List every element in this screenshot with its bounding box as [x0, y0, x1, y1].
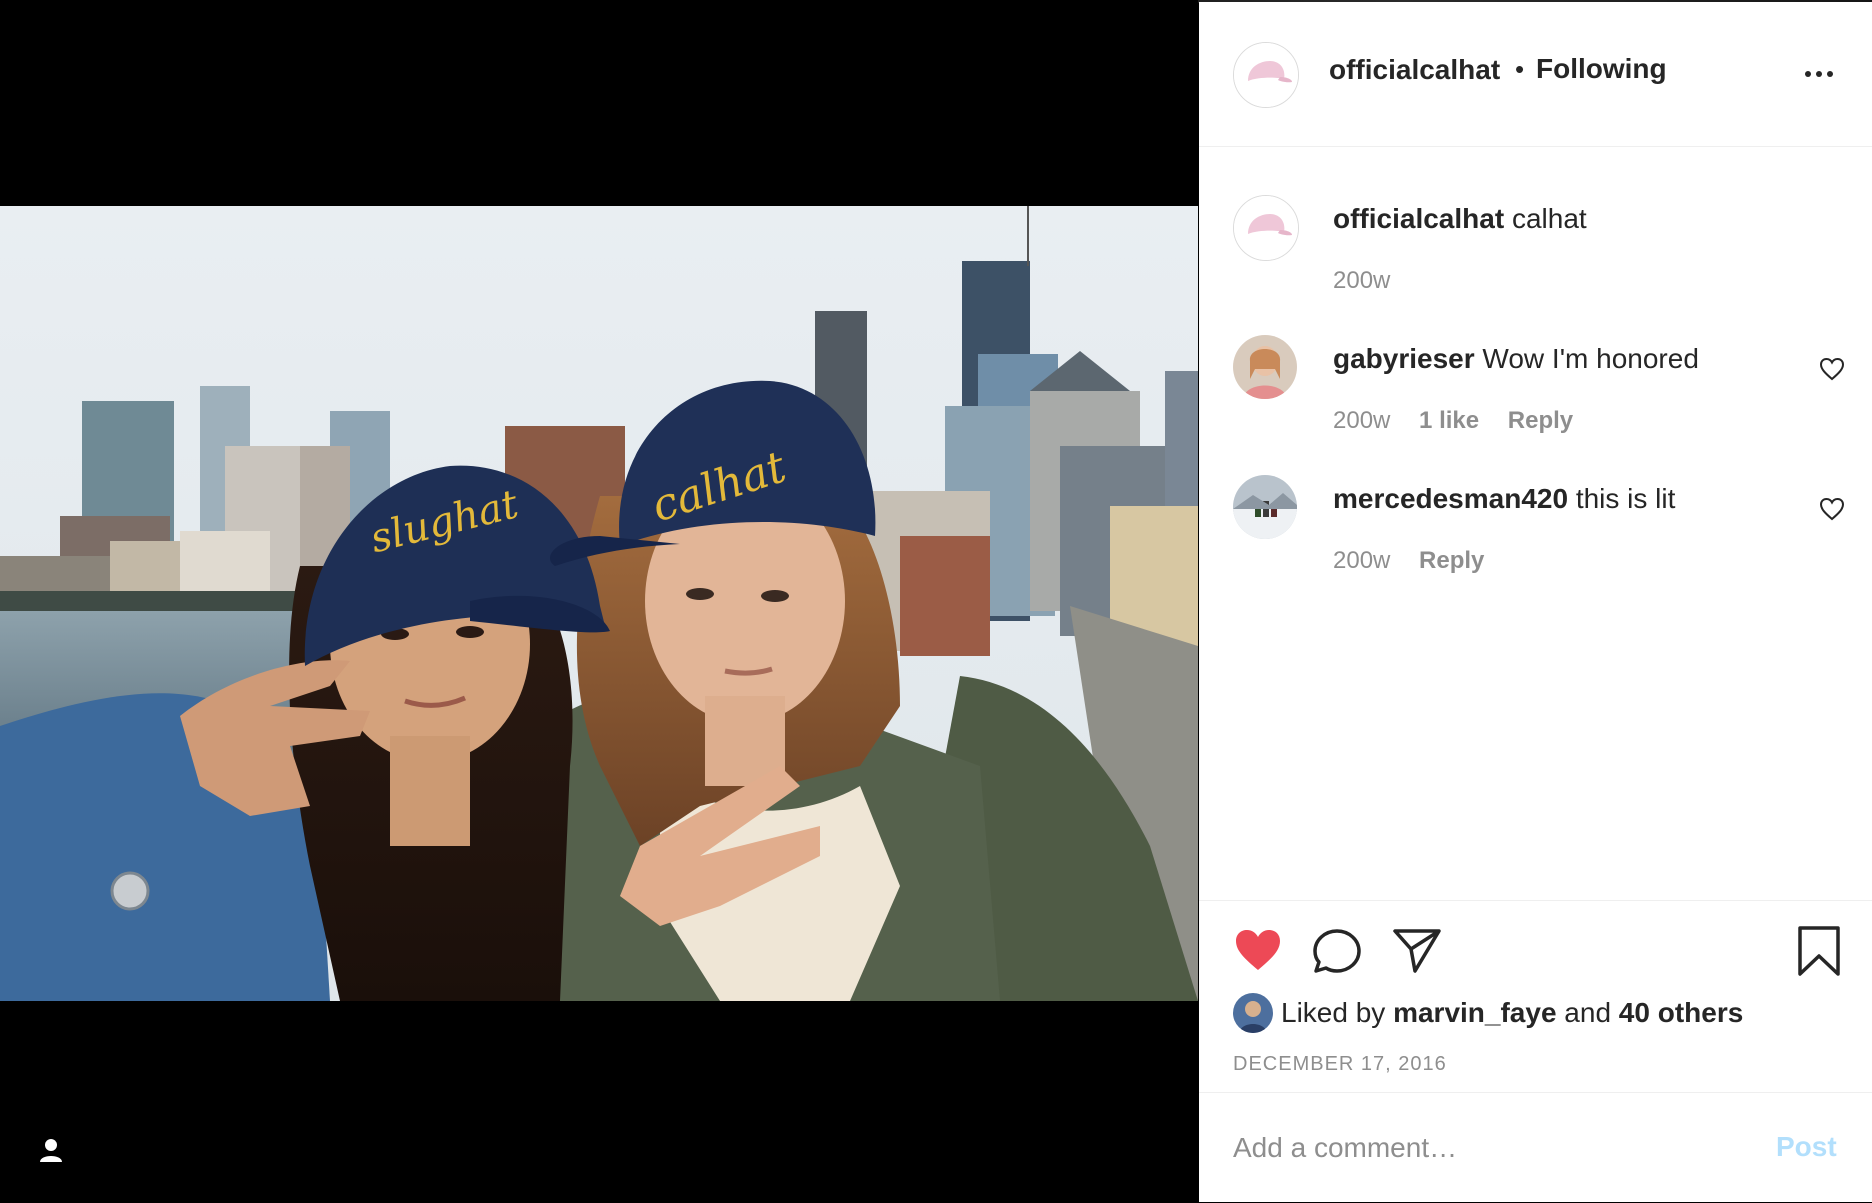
comment-like-heart-icon[interactable] [1819, 357, 1845, 381]
caption-meta: 200w [1333, 267, 1412, 295]
user-tag-icon[interactable] [36, 1136, 66, 1166]
comment-age[interactable]: 200w [1333, 407, 1390, 434]
comment-likes[interactable]: 1 like [1419, 407, 1479, 434]
post-media[interactable]: slughat calhat [0, 0, 1198, 1202]
more-options-icon[interactable] [1805, 68, 1837, 80]
comment-icon[interactable] [1311, 927, 1363, 980]
add-comment-section: Post [1199, 1092, 1872, 1203]
owner-username[interactable]: officialcalhat [1329, 54, 1500, 86]
caption-username[interactable]: officialcalhat [1333, 203, 1504, 234]
post-button[interactable]: Post [1776, 1131, 1837, 1163]
caption-avatar[interactable] [1233, 195, 1299, 261]
caption-age[interactable]: 200w [1333, 267, 1390, 294]
comment-like-heart-icon[interactable] [1819, 497, 1845, 521]
follow-separator: • [1515, 54, 1525, 84]
liked-by-others[interactable]: 40 others [1619, 997, 1744, 1028]
more-dot [1816, 71, 1822, 77]
comment-text: gabyrieser Wow I'm honored [1333, 343, 1699, 375]
commenter-avatar[interactable] [1233, 475, 1297, 539]
post-photo[interactable]: slughat calhat [0, 206, 1198, 1001]
comment-body: this is lit [1575, 483, 1676, 514]
comment-body: Wow I'm honored [1482, 343, 1699, 374]
comment-username[interactable]: gabyrieser [1333, 343, 1475, 374]
comment-meta: 200w Reply [1333, 547, 1506, 575]
owner-avatar[interactable] [1233, 42, 1299, 108]
more-dot [1805, 71, 1811, 77]
caption-text: officialcalhat calhat [1333, 203, 1587, 235]
comment-text: mercedesman420 this is lit [1333, 483, 1675, 515]
liked-by-prefix: Liked by [1281, 997, 1386, 1028]
reply-button[interactable]: Reply [1419, 547, 1484, 574]
liker-avatar[interactable] [1233, 993, 1273, 1033]
post-actions: Liked by marvin_faye and 40 others DECEM… [1199, 900, 1872, 1091]
liked-by-text: Liked by marvin_faye and 40 others [1281, 997, 1743, 1029]
following-button[interactable]: Following [1536, 53, 1667, 85]
post-date[interactable]: DECEMBER 17, 2016 [1233, 1053, 1447, 1076]
commenter-avatar[interactable] [1233, 335, 1297, 399]
photo-illustration: slughat calhat [0, 206, 1198, 1001]
post-panel: officialcalhat • Following officialcalha… [1199, 2, 1872, 1202]
post-header: officialcalhat • Following [1199, 2, 1872, 147]
bookmark-icon[interactable] [1796, 925, 1842, 982]
comment-input[interactable] [1233, 1121, 1733, 1175]
comment-username[interactable]: mercedesman420 [1333, 483, 1568, 514]
caption-body: calhat [1511, 203, 1587, 234]
comments-list: officialcalhat calhat 200w gabyrieser Wo… [1199, 147, 1872, 897]
more-dot [1827, 71, 1833, 77]
liked-by-user[interactable]: marvin_faye [1393, 997, 1556, 1028]
reply-button[interactable]: Reply [1508, 407, 1573, 434]
comment-age[interactable]: 200w [1333, 547, 1390, 574]
heart-icon[interactable] [1233, 927, 1283, 978]
liked-by-and: and [1564, 997, 1612, 1028]
comment-meta: 200w 1 like Reply [1333, 407, 1595, 435]
share-icon[interactable] [1391, 927, 1443, 980]
